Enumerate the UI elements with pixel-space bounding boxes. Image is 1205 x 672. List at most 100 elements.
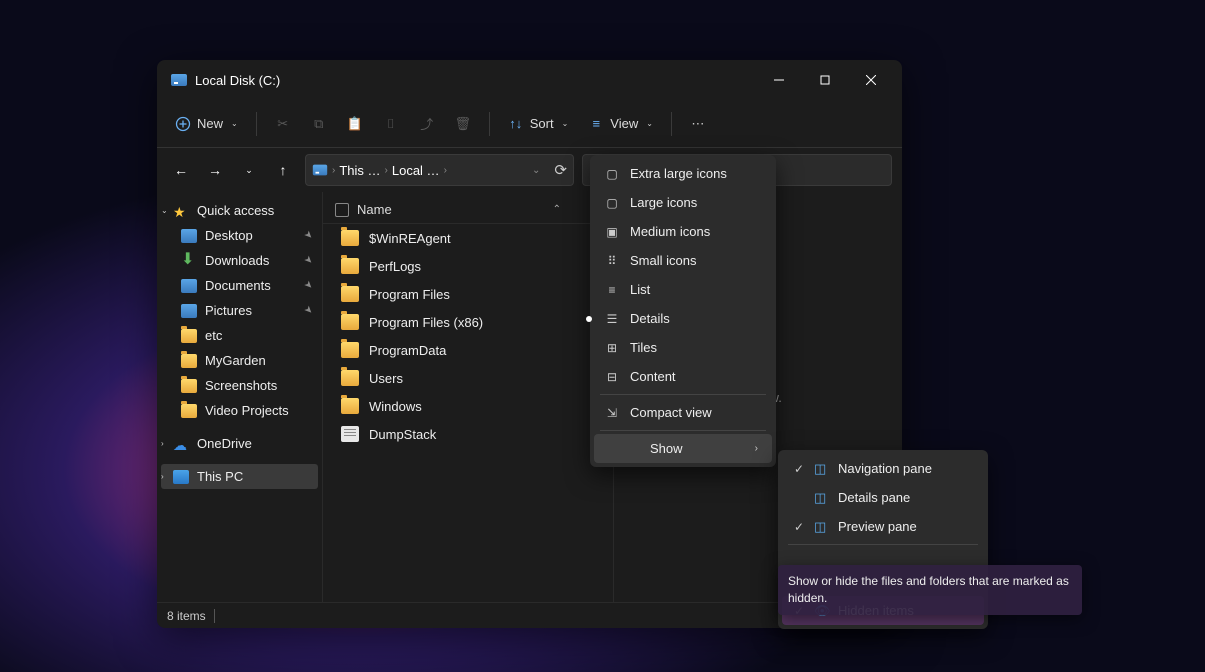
paste-button[interactable]: 📋 (339, 110, 371, 138)
file-row[interactable]: DumpStack (323, 420, 613, 448)
close-button[interactable] (848, 64, 894, 96)
file-row[interactable]: Windows (323, 392, 613, 420)
file-row[interactable]: ProgramData (323, 336, 613, 364)
chevron-down-icon: ⌄ (646, 119, 653, 128)
sidebar-mygarden[interactable]: MyGarden (161, 348, 318, 373)
menu-show[interactable]: Show› (594, 434, 772, 463)
sidebar-etc[interactable]: etc (161, 323, 318, 348)
view-button[interactable]: ≡ View ⌄ (580, 110, 661, 138)
menu-large-icons[interactable]: ▢Large icons (594, 188, 772, 217)
menu-content[interactable]: ⊟Content (594, 362, 772, 391)
nav-bar: ← → ⌄ ↑ › This … › Local … › ⌄ ⟳ ⌕ (157, 148, 902, 192)
select-all-checkbox[interactable] (335, 203, 349, 217)
recent-button[interactable]: ⌄ (235, 156, 263, 184)
new-button[interactable]: New ⌄ (167, 110, 246, 138)
grid-icon: ⠿ (604, 254, 620, 268)
plus-circle-icon (175, 116, 191, 132)
folder-icon (341, 314, 359, 330)
address-bar[interactable]: › This … › Local … › ⌄ ⟳ (305, 154, 574, 186)
rename-icon: ⌷ (383, 116, 399, 132)
sort-label: Sort (530, 116, 554, 131)
sidebar-downloads[interactable]: ⬇Downloads➤ (161, 248, 318, 273)
folder-icon (341, 258, 359, 274)
folder-icon (181, 404, 197, 418)
maximize-button[interactable] (802, 64, 848, 96)
grid-icon: ▣ (604, 225, 620, 239)
list-icon: ≡ (604, 283, 620, 297)
copy-icon: ⧉ (311, 116, 327, 132)
copy-button[interactable]: ⧉ (303, 110, 335, 138)
sort-icon: ↑↓ (508, 116, 524, 132)
view-menu: ▢Extra large icons ▢Large icons ▣Medium … (590, 155, 776, 467)
chevron-right-icon: › (444, 165, 447, 176)
menu-compact-view[interactable]: ⇲Compact view (594, 398, 772, 427)
pane-icon: ◫ (814, 490, 826, 506)
check-icon: ✓ (794, 520, 804, 534)
sort-button[interactable]: ↑↓ Sort ⌄ (500, 110, 577, 138)
menu-preview-pane[interactable]: ✓◫Preview pane (782, 512, 984, 541)
trash-icon: 🗑 (455, 116, 471, 132)
sidebar-onedrive[interactable]: ›☁OneDrive (161, 431, 318, 456)
tiles-icon: ⊞ (604, 341, 620, 355)
menu-medium-icons[interactable]: ▣Medium icons (594, 217, 772, 246)
sidebar-screenshots[interactable]: Screenshots (161, 373, 318, 398)
file-row[interactable]: Users (323, 364, 613, 392)
rename-button[interactable]: ⌷ (375, 110, 407, 138)
back-button[interactable]: ← (167, 156, 195, 184)
menu-navigation-pane[interactable]: ✓◫Navigation pane (782, 454, 984, 483)
file-row[interactable]: Program Files (323, 280, 613, 308)
grid-icon: ▢ (604, 167, 620, 181)
details-icon: ☰ (604, 312, 620, 326)
pictures-icon (181, 304, 197, 318)
file-row[interactable]: Program Files (x86) (323, 308, 613, 336)
file-row[interactable]: PerfLogs (323, 252, 613, 280)
menu-extra-large-icons[interactable]: ▢Extra large icons (594, 159, 772, 188)
chevron-right-icon: › (332, 165, 335, 176)
cloud-icon: ☁ (173, 437, 189, 451)
delete-button[interactable]: 🗑 (447, 110, 479, 138)
column-header-name[interactable]: Name ⌃ (323, 196, 613, 224)
chevron-down-icon[interactable]: ⌄ (532, 165, 540, 176)
star-icon: ★ (173, 204, 189, 218)
chevron-right-icon: › (161, 439, 164, 448)
refresh-button[interactable]: ⟳ (554, 161, 567, 179)
pin-icon: ➤ (301, 304, 315, 318)
more-button[interactable]: ⋯ (682, 110, 714, 138)
sidebar-pictures[interactable]: Pictures➤ (161, 298, 318, 323)
grid-icon: ▢ (604, 196, 620, 210)
pin-icon: ➤ (301, 254, 315, 268)
drive-icon (313, 165, 327, 176)
menu-small-icons[interactable]: ⠿Small icons (594, 246, 772, 275)
share-button[interactable]: ⤴ (411, 110, 443, 138)
minimize-button[interactable] (756, 64, 802, 96)
breadcrumb-seg[interactable]: This … (339, 163, 380, 178)
forward-button[interactable]: → (201, 156, 229, 184)
sidebar-this-pc[interactable]: ›This PC (161, 464, 318, 489)
file-row[interactable]: $WinREAgent (323, 224, 613, 252)
folder-icon (341, 286, 359, 302)
selected-indicator (586, 316, 592, 322)
menu-details[interactable]: ☰Details (594, 304, 772, 333)
sidebar-video-projects[interactable]: Video Projects (161, 398, 318, 423)
breadcrumb-seg[interactable]: Local … (392, 163, 440, 178)
sidebar-quick-access[interactable]: ⌄★Quick access (161, 198, 318, 223)
downloads-icon: ⬇ (181, 254, 197, 268)
chevron-down-icon: ⌄ (562, 119, 569, 128)
pin-icon: ➤ (301, 229, 315, 243)
item-count: 8 items (167, 609, 206, 623)
menu-tiles[interactable]: ⊞Tiles (594, 333, 772, 362)
folder-icon (341, 370, 359, 386)
sidebar-documents[interactable]: Documents➤ (161, 273, 318, 298)
up-button[interactable]: ↑ (269, 156, 297, 184)
folder-icon (181, 354, 197, 368)
file-list: Name ⌃ $WinREAgent PerfLogs Program File… (323, 192, 613, 602)
sidebar: ⌄★Quick access Desktop➤ ⬇Downloads➤ Docu… (157, 192, 322, 602)
folder-icon (181, 379, 197, 393)
folder-icon (341, 398, 359, 414)
menu-list[interactable]: ≡List (594, 275, 772, 304)
sidebar-desktop[interactable]: Desktop➤ (161, 223, 318, 248)
new-label: New (197, 116, 223, 131)
cut-button[interactable]: ✂ (267, 110, 299, 138)
menu-details-pane[interactable]: ◫Details pane (782, 483, 984, 512)
pane-icon: ◫ (814, 519, 826, 535)
